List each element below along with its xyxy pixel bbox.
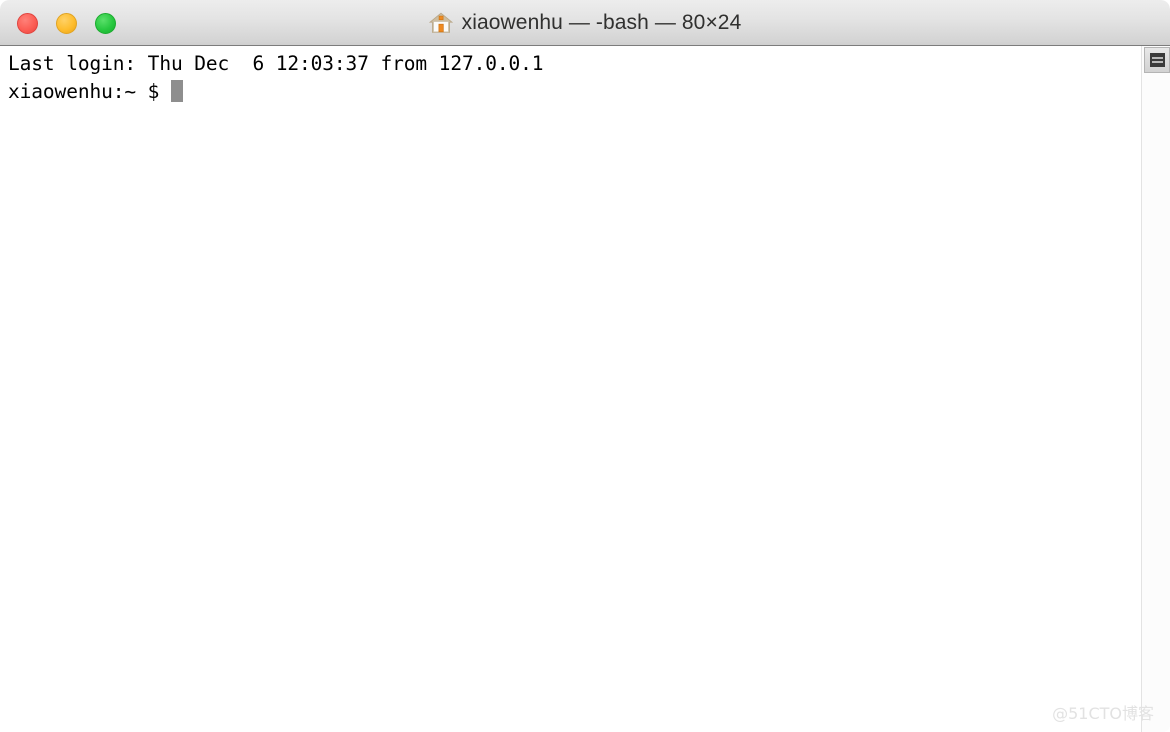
title-bar-center: xiaowenhu — -bash — 80×24 bbox=[0, 0, 1170, 45]
scrollbar-thumb[interactable] bbox=[1144, 47, 1170, 73]
traffic-light-group bbox=[17, 13, 116, 34]
zoom-button[interactable] bbox=[95, 13, 116, 34]
terminal-window: xiaowenhu — -bash — 80×24 Last login: Th… bbox=[0, 0, 1170, 732]
watermark: @51CTO博客 bbox=[1052, 704, 1154, 723]
terminal-cursor bbox=[170, 80, 183, 102]
terminal-line-prompt: xiaowenhu:~ $ bbox=[8, 80, 171, 103]
minimize-button[interactable] bbox=[56, 13, 77, 34]
terminal-content-area[interactable]: Last login: Thu Dec 6 12:03:37 from 127.… bbox=[0, 46, 1170, 732]
window-title: xiaowenhu — -bash — 80×24 bbox=[461, 10, 742, 34]
scrollbar-thumb-lines-icon bbox=[1149, 53, 1165, 67]
title-bar[interactable]: xiaowenhu — -bash — 80×24 bbox=[0, 0, 1170, 46]
terminal-line-last-login: Last login: Thu Dec 6 12:03:37 from 127.… bbox=[8, 52, 544, 75]
terminal-output: Last login: Thu Dec 6 12:03:37 from 127.… bbox=[8, 50, 544, 106]
vertical-scrollbar[interactable] bbox=[1141, 46, 1170, 732]
home-icon bbox=[428, 12, 453, 33]
close-button[interactable] bbox=[17, 13, 38, 34]
